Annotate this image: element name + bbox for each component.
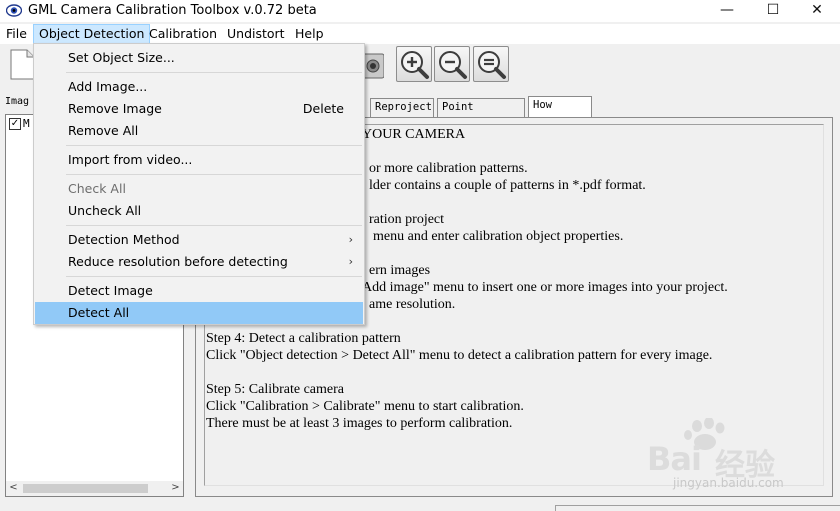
image-checkbox[interactable]: ✓ (9, 118, 21, 130)
menu-calibration[interactable]: Calibration (144, 24, 222, 44)
chevron-right-icon: › (348, 255, 353, 268)
howto-step2-text: menu and enter calibration object proper… (373, 229, 624, 244)
menu-file[interactable]: File (1, 24, 32, 44)
zoom-in-button[interactable] (396, 46, 432, 82)
menu-help[interactable]: Help (290, 24, 329, 44)
menu-item-detection-method[interactable]: Detection Method › (35, 229, 363, 251)
howto-heading: YOUR CAMERA (362, 127, 466, 142)
menu-separator (66, 72, 362, 73)
menu-item-remove-image[interactable]: Remove Image Delete (35, 98, 363, 120)
zoom-in-icon (401, 51, 429, 79)
menu-separator (66, 174, 362, 175)
howto-step4-title: Step 4: Detect a calibration pattern (206, 331, 401, 346)
shortcut-label: Delete (302, 101, 344, 116)
minimize-button[interactable]: — (704, 0, 750, 22)
window-title: GML Camera Calibration Toolbox v.0.72 be… (28, 3, 317, 18)
images-panel-label: Imag (5, 96, 30, 107)
zoom-out-icon (439, 51, 467, 79)
howto-step5-text: Click "Calibration > Calibrate" menu to … (206, 399, 524, 414)
howto-step3-text: Add image" menu to insert one or more im… (362, 280, 728, 295)
howto-step3-title: ern images (369, 263, 431, 278)
tab-reproject[interactable]: Reproject (370, 98, 434, 117)
menu-item-remove-all[interactable]: Remove All (35, 120, 363, 142)
scroll-thumb[interactable] (23, 484, 148, 493)
howto-step4-text: Click "Object detection > Detect All" me… (206, 348, 713, 363)
howto-step5-title: Step 5: Calibrate camera (206, 382, 344, 397)
watermark-brand-left: Bai (647, 440, 702, 478)
image-item-label[interactable]: M (23, 117, 30, 130)
menu-item-uncheck-all[interactable]: Uncheck All (35, 200, 363, 222)
menu-undistort[interactable]: Undistort (222, 24, 290, 44)
menu-bar: File Object Detection Calibration Undist… (0, 24, 840, 44)
menu-item-set-object-size[interactable]: Set Object Size... (35, 47, 363, 69)
tab-point-density[interactable]: Point Density (437, 98, 525, 130)
menu-separator (66, 225, 362, 226)
howto-step2-title: ration project (369, 212, 445, 227)
menu-separator (66, 276, 362, 277)
menu-item-check-all: Check All (68, 181, 126, 196)
menu-item-label: Detection Method (68, 232, 180, 247)
title-bar: GML Camera Calibration Toolbox v.0.72 be… (0, 0, 840, 22)
howto-step5-text-2: There must be at least 3 images to perfo… (206, 416, 513, 431)
menu-item-detect-image[interactable]: Detect Image (35, 280, 363, 302)
object-detection-menu: Set Object Size... Add Image... Remove I… (33, 43, 365, 325)
scroll-left-icon[interactable]: < (6, 481, 21, 496)
menu-item-add-image[interactable]: Add Image... (35, 76, 363, 98)
menu-object-detection[interactable]: Object Detection (33, 24, 151, 44)
maximize-button[interactable]: ☐ (750, 0, 796, 22)
howto-step3-text-2: ame resolution. (369, 297, 456, 312)
menu-separator (66, 145, 362, 146)
howto-line-2: lder contains a couple of patterns in *.… (369, 178, 646, 193)
horizontal-scrollbar[interactable]: < > (6, 481, 183, 496)
menu-item-label: Reduce resolution before detecting (68, 254, 288, 269)
menu-item-label: Remove Image (68, 101, 162, 116)
zoom-fit-button[interactable] (473, 46, 509, 82)
watermark-url: jingyan.baidu.com (673, 476, 784, 490)
scroll-right-icon[interactable]: > (168, 481, 183, 496)
menu-item-reduce-resolution[interactable]: Reduce resolution before detecting › (35, 251, 363, 273)
chevron-right-icon: › (348, 233, 353, 246)
close-button[interactable]: ✕ (794, 0, 840, 22)
zoom-out-button[interactable] (434, 46, 470, 82)
eye-icon (6, 4, 22, 17)
baidu-watermark: Bai 经验 jingyan.baidu.com (645, 417, 835, 510)
menu-item-detect-all[interactable]: Detect All (35, 302, 363, 324)
tab-how-to[interactable]: How To... (528, 96, 592, 128)
zoom-fit-icon (478, 51, 506, 79)
menu-item-import-video[interactable]: Import from video... (35, 149, 363, 171)
howto-line-1: or more calibration patterns. (369, 161, 528, 176)
